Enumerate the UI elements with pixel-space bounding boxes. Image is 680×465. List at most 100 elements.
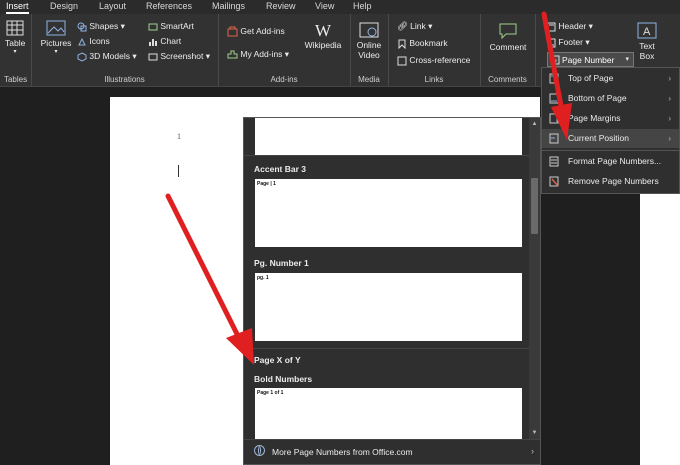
- shapes-icon: [77, 22, 87, 32]
- icons-icon: [78, 37, 86, 46]
- tab-mailings[interactable]: Mailings: [212, 0, 245, 13]
- current-position-icon: [549, 133, 559, 144]
- svg-text:A: A: [643, 26, 651, 38]
- icons-button[interactable]: Icons: [77, 36, 110, 47]
- icons-label: Icons: [89, 36, 110, 46]
- group-addins: Get Add-ins My Add-ins ▾ W Wikipedia Add…: [218, 14, 351, 86]
- menu-item-label: Current Position: [568, 133, 629, 143]
- tab-help[interactable]: Help: [353, 0, 372, 13]
- smartart-button[interactable]: SmartArt: [148, 21, 194, 32]
- gallery-preview-bold-numbers[interactable]: Page 1 of 1: [255, 388, 522, 440]
- menu-divider: [542, 150, 679, 151]
- screenshot-icon: [148, 53, 158, 61]
- tab-design[interactable]: Design: [50, 0, 78, 13]
- group-label-media: Media: [358, 75, 380, 84]
- bookmark-label: Bookmark: [409, 38, 448, 48]
- tab-layout[interactable]: Layout: [99, 0, 126, 13]
- svg-text:#: #: [554, 59, 557, 65]
- tab-view[interactable]: View: [315, 0, 334, 13]
- tab-insert[interactable]: Insert: [6, 0, 29, 14]
- online-video-button[interactable]: Online Video: [354, 22, 384, 60]
- shapes-label: Shapes: [89, 21, 119, 31]
- gallery-preview-pg-number-1[interactable]: pg. 1: [255, 273, 522, 341]
- group-illustrations: Pictures ▾ Shapes ▾ Icons 3D Models ▾ Sm…: [31, 14, 219, 86]
- tab-review[interactable]: Review: [266, 0, 296, 13]
- cross-reference-button[interactable]: Cross-reference: [397, 55, 470, 66]
- text-box-button[interactable]: A Text Box: [629, 22, 665, 61]
- table-button[interactable]: Table ▾: [5, 20, 25, 55]
- chevron-right-icon: ›: [668, 74, 671, 83]
- gallery-scrollbar[interactable]: ▲ ▼: [529, 118, 540, 440]
- table-icon: [6, 20, 24, 36]
- tab-references[interactable]: References: [146, 0, 192, 13]
- scrollbar-thumb[interactable]: [531, 178, 538, 234]
- menu-item-bottom-of-page[interactable]: Bottom of Page ›: [542, 89, 679, 108]
- pictures-button[interactable]: Pictures ▾: [39, 20, 73, 55]
- online-video-label-1: Online: [356, 40, 382, 50]
- menu-item-current-position[interactable]: Current Position ›: [542, 129, 679, 148]
- get-addins-button[interactable]: Get Add-ins: [227, 26, 285, 37]
- comment-icon: [499, 23, 517, 40]
- scroll-down-icon[interactable]: ▼: [531, 429, 538, 438]
- pictures-label: Pictures: [40, 38, 72, 48]
- group-label-illustrations: Illustrations: [104, 75, 145, 84]
- text-cursor: [178, 165, 179, 177]
- group-media: Online Video Media: [350, 14, 389, 86]
- picture-icon: [46, 20, 66, 36]
- comment-button[interactable]: Comment: [486, 22, 530, 52]
- preview-text: Page 1 of 1: [257, 390, 284, 396]
- page-number-icon: #: [551, 55, 560, 65]
- screenshot-button[interactable]: Screenshot ▾: [148, 51, 210, 62]
- my-addins-label: My Add-ins: [240, 49, 283, 59]
- chart-label: Chart: [160, 36, 182, 46]
- menu-item-label: Bottom of Page: [568, 93, 627, 103]
- header-label: Header: [558, 21, 587, 31]
- screenshot-label: Screenshot: [160, 51, 204, 61]
- chart-button[interactable]: Chart: [148, 36, 181, 47]
- format-page-numbers-icon: [549, 156, 559, 167]
- addins-icon: [227, 50, 238, 59]
- wikipedia-button[interactable]: W Wikipedia: [302, 21, 344, 51]
- wikipedia-icon: W: [314, 21, 332, 40]
- top-of-page-icon: [549, 73, 559, 84]
- menu-item-label: Format Page Numbers...: [568, 156, 662, 166]
- page-margins-icon: [549, 113, 559, 124]
- ribbon-tab-bar: Insert Design Layout References Mailings…: [0, 0, 680, 14]
- link-label: Link: [410, 21, 426, 31]
- footer-label: Footer: [558, 37, 583, 47]
- chevron-right-icon: ›: [531, 446, 534, 456]
- smartart-icon: [148, 23, 158, 31]
- header-icon: [547, 22, 556, 32]
- menu-item-page-margins[interactable]: Page Margins ›: [542, 109, 679, 128]
- page-number-button[interactable]: # Page Number ▾: [547, 52, 634, 67]
- more-page-numbers-item[interactable]: More Page Numbers from Office.com ›: [244, 439, 540, 464]
- menu-item-format-page-numbers[interactable]: Format Page Numbers...: [542, 152, 679, 171]
- comment-label: Comment: [489, 42, 527, 52]
- online-video-label-2: Video: [358, 50, 380, 60]
- header-button[interactable]: Header ▾: [547, 21, 593, 32]
- text-box-label-2: Box: [639, 51, 655, 61]
- link-icon: 🔗︎: [397, 21, 408, 31]
- menu-item-top-of-page[interactable]: Top of Page ›: [542, 69, 679, 88]
- menu-item-remove-page-numbers[interactable]: Remove Page Numbers: [542, 172, 679, 191]
- remove-page-numbers-icon: [549, 176, 559, 187]
- scroll-up-icon[interactable]: ▲: [531, 120, 538, 129]
- gallery-preview-previous[interactable]: [255, 118, 522, 155]
- 3d-models-label: 3D Models: [89, 51, 131, 61]
- bookmark-button[interactable]: Bookmark: [397, 38, 448, 49]
- chevron-down-icon: ▾: [54, 49, 58, 55]
- gallery-preview-accent-bar-3[interactable]: Page | 1: [255, 179, 522, 247]
- link-button[interactable]: 🔗︎ Link ▾: [397, 21, 432, 32]
- gallery-item-title: Accent Bar 3: [254, 164, 306, 174]
- chevron-down-icon: ▾: [625, 56, 629, 63]
- cross-reference-label: Cross-reference: [409, 55, 471, 65]
- my-addins-button[interactable]: My Add-ins ▾: [227, 49, 289, 60]
- menu-item-label: Remove Page Numbers: [568, 176, 659, 186]
- text-box-icon: A: [637, 22, 657, 39]
- bookmark-icon: [398, 39, 406, 49]
- shapes-button[interactable]: Shapes ▾: [77, 21, 125, 32]
- 3d-models-button[interactable]: 3D Models ▾: [77, 51, 137, 62]
- page-number-gallery: Accent Bar 3 Page | 1 Pg. Number 1 pg. 1…: [243, 117, 541, 465]
- store-icon: [227, 26, 238, 37]
- footer-button[interactable]: Footer ▾: [547, 37, 590, 48]
